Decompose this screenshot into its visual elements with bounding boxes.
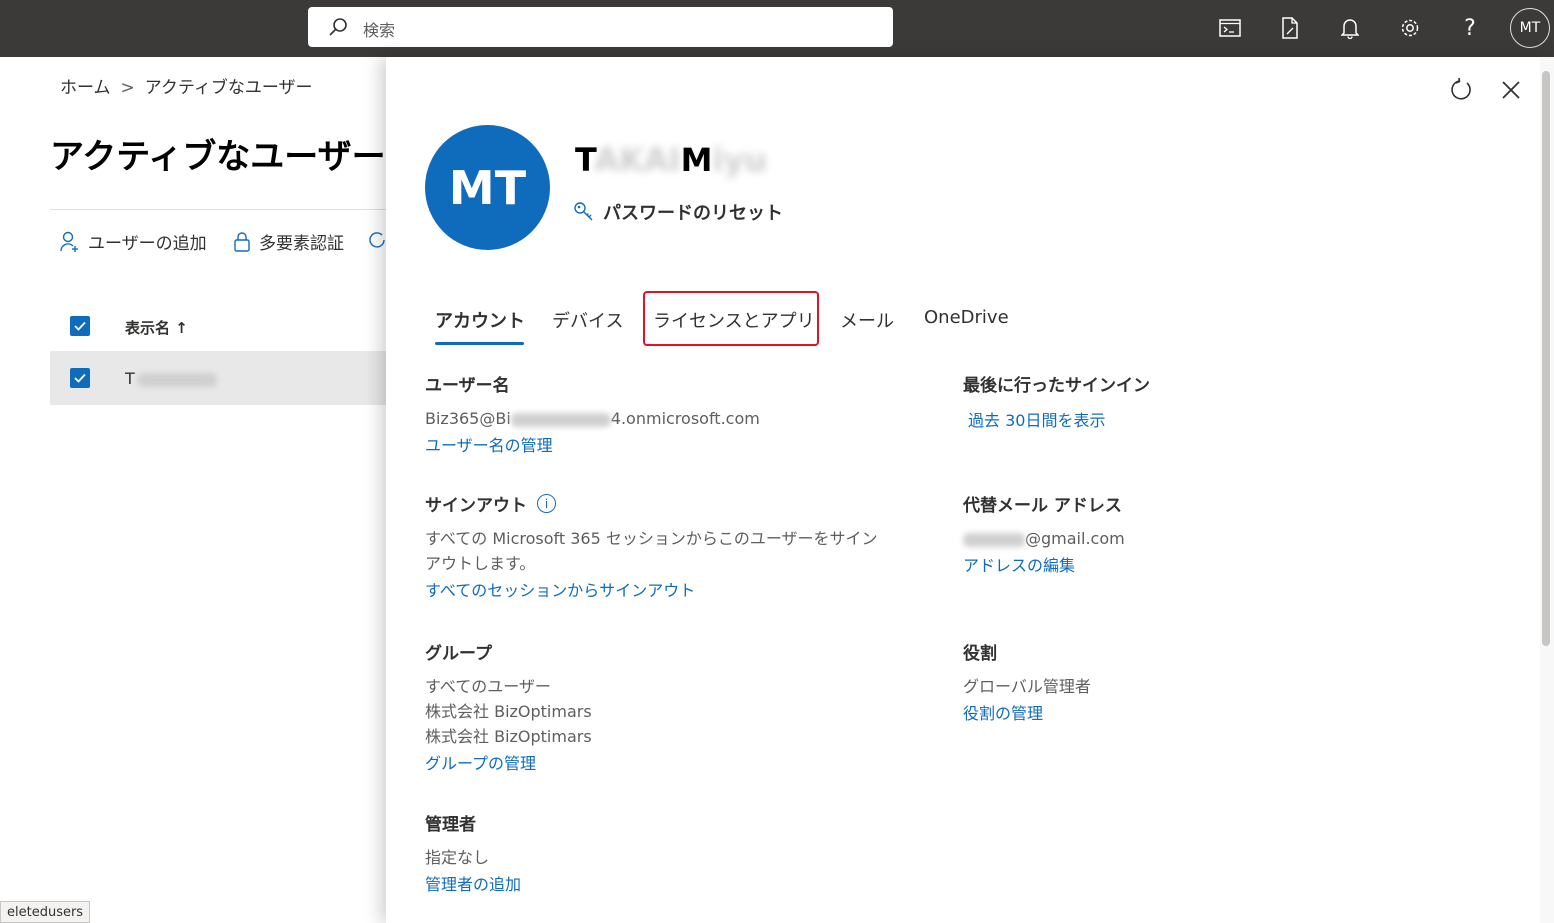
table-row[interactable]: T	[50, 351, 386, 405]
scrollbar-thumb[interactable]	[1542, 71, 1550, 646]
document-icon[interactable]	[1276, 14, 1304, 42]
manage-roles-link[interactable]: 役割の管理	[963, 699, 1091, 729]
page-title: アクティブなユーザー	[50, 137, 386, 177]
divider	[50, 209, 386, 210]
signout-heading-text: サインアウト	[425, 496, 527, 516]
breadcrumb-current: アクティブなユーザー	[144, 78, 313, 98]
manage-groups-link[interactable]: グループの管理	[425, 749, 592, 779]
row-checkbox[interactable]	[70, 368, 90, 388]
tab-devices[interactable]: デバイス	[552, 307, 623, 333]
groups-heading: グループ	[425, 644, 492, 664]
avatar-initials: MT	[1519, 20, 1541, 36]
search-icon	[329, 18, 347, 36]
top-bar: 検索 ? MT	[0, 0, 1554, 57]
terminal-icon[interactable]	[1216, 14, 1244, 42]
signout-all-sessions-link[interactable]: すべてのセッションからサインアウト	[425, 576, 878, 606]
tab-account[interactable]: アカウント	[435, 307, 525, 333]
manager-heading: 管理者	[425, 815, 476, 835]
user-name-redacted: AKAI	[594, 141, 681, 179]
user-display-name: TAKAIMiyu	[575, 141, 767, 179]
user-detail-panel: MT TAKAIMiyu パスワードのリセット アカウント デバイス ライセンス…	[386, 57, 1554, 923]
alt-email-heading: 代替メール アドレス	[963, 496, 1122, 516]
bell-icon[interactable]	[1336, 14, 1364, 42]
alt-email-suffix: @gmail.com	[1025, 529, 1125, 548]
row-display-name[interactable]: T	[125, 369, 217, 388]
signout-section: サインアウト i すべての Microsoft 365 セッションからこのユーザー…	[425, 491, 878, 606]
roles-section: 役割 グローバル管理者 役割の管理	[963, 639, 1091, 729]
roles-value: グローバル管理者	[963, 677, 1091, 696]
add-user-icon	[60, 231, 78, 252]
column-display-name[interactable]: 表示名 ↑	[125, 317, 188, 338]
add-user-button[interactable]: ユーザーの追加	[60, 229, 207, 254]
breadcrumb: ホーム > アクティブなユーザー	[60, 73, 313, 98]
status-bar: eletedusers	[0, 901, 91, 923]
reset-password-button[interactable]: パスワードのリセット	[573, 199, 783, 225]
view-last-30-days-link[interactable]: 過去 30日間を表示	[968, 406, 1150, 436]
manage-username-link[interactable]: ユーザー名の管理	[425, 431, 760, 461]
mfa-label: 多要素認証	[259, 234, 344, 254]
roles-heading: 役割	[963, 644, 997, 664]
last-signin-heading: 最後に行ったサインイン	[963, 376, 1150, 396]
username-heading: ユーザー名	[425, 376, 510, 396]
row-name-initial: T	[125, 369, 135, 388]
add-manager-link[interactable]: 管理者の追加	[425, 870, 521, 900]
tab-onedrive[interactable]: OneDrive	[924, 307, 1009, 328]
tab-mail[interactable]: メール	[840, 307, 894, 333]
username-suffix: 4.onmicrosoft.com	[610, 409, 760, 428]
username-prefix: Biz365@Bi	[425, 409, 511, 428]
checkmark-icon	[74, 321, 86, 331]
key-icon	[574, 202, 593, 221]
reset-password-label: パスワードのリセット	[603, 203, 783, 224]
highlight-annotation	[643, 291, 819, 346]
group-item: 株式会社 BizOptimars	[425, 702, 592, 721]
add-user-label: ユーザーの追加	[88, 234, 207, 254]
group-item: すべてのユーザー	[425, 677, 551, 696]
active-users-page: ホーム > アクティブなユーザー アクティブなユーザー ユーザーの追加 多要素認証 …	[0, 57, 386, 923]
checkmark-icon	[74, 373, 86, 383]
signout-description-line1: すべての Microsoft 365 セッションからこのユーザーをサイン	[425, 529, 878, 548]
user-name-part: T	[575, 141, 595, 179]
refresh-icon[interactable]	[1448, 77, 1474, 103]
username-value: Biz365@Bi 4.onmicrosoft.com	[425, 406, 760, 431]
gear-icon[interactable]	[1396, 14, 1424, 42]
signout-description-line2: アウトします。	[425, 554, 536, 573]
group-item: 株式会社 BizOptimars	[425, 727, 592, 746]
manager-value: 指定なし	[425, 848, 490, 867]
search-box[interactable]: 検索	[308, 7, 893, 47]
groups-section: グループ すべてのユーザー 株式会社 BizOptimars 株式会社 BizO…	[425, 639, 592, 779]
breadcrumb-separator: >	[120, 78, 135, 98]
alt-email-value: @gmail.com	[963, 526, 1125, 551]
info-icon[interactable]: i	[537, 494, 556, 513]
last-signin-section: 最後に行ったサインイン 過去 30日間を表示	[963, 371, 1150, 436]
redacted-text	[510, 412, 611, 427]
redacted-text	[963, 532, 1025, 547]
mfa-button[interactable]: 多要素認証	[233, 229, 344, 254]
breadcrumb-home[interactable]: ホーム	[60, 78, 111, 98]
search-placeholder: 検索	[363, 21, 396, 40]
user-name-redacted: iyu	[712, 141, 768, 179]
manager-section: 管理者 指定なし 管理者の追加	[425, 810, 521, 900]
signout-heading: サインアウト i	[425, 491, 878, 516]
user-avatar: MT	[425, 125, 550, 250]
select-all-checkbox[interactable]	[70, 316, 90, 336]
alt-email-section: 代替メール アドレス @gmail.com アドレスの編集	[963, 491, 1125, 581]
username-section: ユーザー名 Biz365@Bi 4.onmicrosoft.com ユーザー名の管…	[425, 371, 760, 461]
help-icon[interactable]: ?	[1456, 14, 1484, 42]
lock-icon	[234, 231, 250, 252]
close-icon[interactable]	[1500, 79, 1522, 101]
table-header: 表示名 ↑	[50, 301, 386, 351]
account-avatar[interactable]: MT	[1510, 8, 1550, 48]
redacted-text	[136, 372, 217, 387]
user-name-part: M	[680, 141, 713, 179]
refresh-icon	[369, 232, 385, 248]
active-tab-indicator	[435, 342, 524, 345]
user-avatar-initials: MT	[448, 160, 527, 215]
edit-address-link[interactable]: アドレスの編集	[963, 551, 1125, 581]
